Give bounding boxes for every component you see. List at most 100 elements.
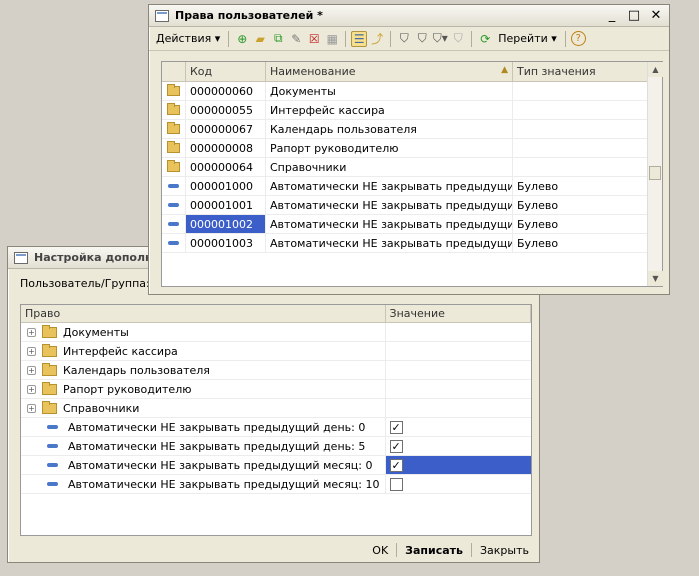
expand-icon[interactable]: + [27, 327, 36, 337]
grid-row[interactable]: 000000008 Рапорт руководителю [162, 139, 662, 158]
vertical-scrollbar[interactable]: ▲ ▼ [647, 62, 663, 286]
column-header-value[interactable]: Значение [386, 305, 531, 322]
grid-cell-type[interactable]: Булево [513, 177, 649, 195]
grid-cell-name[interactable]: Интерфейс кассира [266, 101, 513, 119]
grid-cell-code[interactable]: 000000060 [186, 82, 266, 100]
grid-row[interactable]: 000000064 Справочники [162, 158, 662, 177]
scroll-up-icon[interactable]: ▲ [648, 62, 663, 77]
expand-icon[interactable]: + [27, 403, 36, 413]
copy-icon[interactable]: ⧉ [270, 31, 286, 47]
tree-cell-value[interactable] [386, 475, 531, 493]
add-icon[interactable]: ⊕ [234, 31, 250, 47]
refresh-icon[interactable]: ⟳ [477, 31, 493, 47]
checkbox-unchecked[interactable] [389, 477, 403, 491]
grid-cell-type[interactable]: Булево [513, 234, 649, 252]
close-button[interactable]: Закрыть [476, 544, 533, 557]
grid-row[interactable]: 000001000 Автоматически НЕ закрывать пред… [162, 177, 662, 196]
tree-cell-value[interactable] [386, 323, 531, 341]
grid-row[interactable]: 000000060 Документы [162, 82, 662, 101]
grid-row[interactable]: 000001001 Автоматически НЕ закрывать пред… [162, 196, 662, 215]
scroll-thumb[interactable] [649, 166, 661, 180]
ok-button[interactable]: OK [368, 544, 392, 557]
level-up-icon[interactable]: ⤴ [369, 31, 385, 47]
tree-row[interactable]: Автоматически НЕ закрывать предыдущий ме… [21, 456, 531, 475]
tree-cell-right[interactable]: + Интерфейс кассира [21, 342, 386, 360]
grid-cell-code[interactable]: 000001001 [186, 196, 266, 214]
checkbox-checked[interactable]: ✓ [389, 458, 403, 472]
save-button[interactable]: Записать [401, 544, 467, 557]
tree-cell-right[interactable]: Автоматически НЕ закрывать предыдущий ме… [21, 475, 386, 493]
tree-cell-right[interactable]: + Документы [21, 323, 386, 341]
grid-cell-type[interactable] [513, 139, 649, 157]
grid-cell-name[interactable]: Справочники [266, 158, 513, 176]
grid-row[interactable]: 000001002 Автоматически НЕ закрывать пред… [162, 215, 662, 234]
tree-row[interactable]: + Календарь пользователя [21, 361, 531, 380]
grid-cell-name[interactable]: Документы [266, 82, 513, 100]
delete-icon[interactable]: ☒ [306, 31, 322, 47]
column-header-name[interactable]: Наименование ▲ [266, 62, 513, 81]
tree-cell-value[interactable] [386, 399, 531, 417]
clear-filter-icon[interactable]: ⛉ [450, 31, 466, 47]
tree-row[interactable]: Автоматически НЕ закрывать предыдущий де… [21, 418, 531, 437]
tree-cell-value[interactable]: ✓ [385, 456, 531, 474]
grid-cell-name[interactable]: Автоматически НЕ закрывать предыдущий ..… [266, 177, 513, 195]
grid-cell-name[interactable]: Календарь пользователя [266, 120, 513, 138]
filter-history-icon[interactable]: ⛉▾ [432, 31, 448, 47]
add-folder-icon[interactable]: ▰ [252, 31, 268, 47]
goto-menu[interactable]: Перейти ▾ [495, 29, 560, 49]
expand-icon[interactable]: + [27, 365, 36, 375]
filter-by-value-icon[interactable]: ⛉ [414, 31, 430, 47]
grid-row[interactable]: 000000067 Календарь пользователя [162, 120, 662, 139]
grid-cell-name[interactable]: Автоматически НЕ закрывать предыдущий ..… [266, 234, 513, 252]
tree-row[interactable]: + Рапорт руководителю [21, 380, 531, 399]
actions-menu[interactable]: Действия ▾ [153, 29, 223, 49]
tree-row[interactable]: Автоматически НЕ закрывать предыдущий ме… [21, 475, 531, 494]
tree-cell-value[interactable] [386, 380, 531, 398]
post-icon[interactable]: ▦ [324, 31, 340, 47]
grid-cell-code[interactable]: 000000055 [186, 101, 266, 119]
tree-cell-right[interactable]: + Рапорт руководителю [21, 380, 386, 398]
tree-cell-right[interactable]: Автоматически НЕ закрывать предыдущий де… [21, 418, 386, 436]
close-icon[interactable]: ✕ [649, 8, 663, 23]
grid-cell-type[interactable]: Булево [513, 215, 649, 233]
tree-row[interactable]: + Справочники [21, 399, 531, 418]
tree-cell-right[interactable]: + Календарь пользователя [21, 361, 386, 379]
expand-icon[interactable]: + [27, 346, 36, 356]
grid-cell-code[interactable]: 000001000 [186, 177, 266, 195]
grid-cell-type[interactable] [513, 101, 649, 119]
user-rights-titlebar[interactable]: Права пользователей * _ □ ✕ [149, 5, 669, 27]
filter-icon[interactable]: ⛉ [396, 31, 412, 47]
grid-cell-code[interactable]: 000001002 [186, 215, 266, 233]
grid-row[interactable]: 000001003 Автоматически НЕ закрывать пред… [162, 234, 662, 253]
checkbox-checked[interactable]: ✓ [389, 439, 403, 453]
grid-cell-code[interactable]: 000000008 [186, 139, 266, 157]
edit-icon[interactable]: ✎ [288, 31, 304, 47]
grid-cell-type[interactable] [513, 120, 649, 138]
tree-row[interactable]: Автоматически НЕ закрывать предыдущий де… [21, 437, 531, 456]
expand-icon[interactable]: + [27, 384, 36, 394]
grid-cell-type[interactable] [513, 158, 649, 176]
tree-cell-right[interactable]: Автоматически НЕ закрывать предыдущий де… [21, 437, 386, 455]
tree-row[interactable]: + Документы [21, 323, 531, 342]
tree-cell-right[interactable]: Автоматически НЕ закрывать предыдущий ме… [21, 456, 386, 474]
grid-cell-name[interactable]: Автоматически НЕ закрывать предыдущий ..… [266, 196, 513, 214]
scroll-down-icon[interactable]: ▼ [648, 271, 663, 286]
column-header-right[interactable]: Право [21, 305, 386, 322]
grid-row[interactable]: 000000055 Интерфейс кассира [162, 101, 662, 120]
checkbox-checked[interactable]: ✓ [389, 420, 403, 434]
column-header-code[interactable]: Код [186, 62, 266, 81]
grid-cell-code[interactable]: 000000067 [186, 120, 266, 138]
maximize-icon[interactable]: □ [627, 8, 641, 23]
grid-cell-type[interactable]: Булево [513, 196, 649, 214]
grid-cell-name[interactable]: Автоматически НЕ закрывать предыдущий ..… [266, 215, 513, 233]
grid-cell-type[interactable] [513, 82, 649, 100]
hierarchy-view-icon[interactable]: ☰ [351, 30, 368, 47]
grid-cell-name[interactable]: Рапорт руководителю [266, 139, 513, 157]
tree-cell-value[interactable] [386, 361, 531, 379]
help-icon[interactable]: ? [570, 31, 586, 46]
grid-cell-code[interactable]: 000001003 [186, 234, 266, 252]
tree-cell-value[interactable]: ✓ [386, 437, 531, 455]
tree-cell-value[interactable]: ✓ [386, 418, 531, 436]
grid-cell-code[interactable]: 000000064 [186, 158, 266, 176]
tree-cell-value[interactable] [386, 342, 531, 360]
